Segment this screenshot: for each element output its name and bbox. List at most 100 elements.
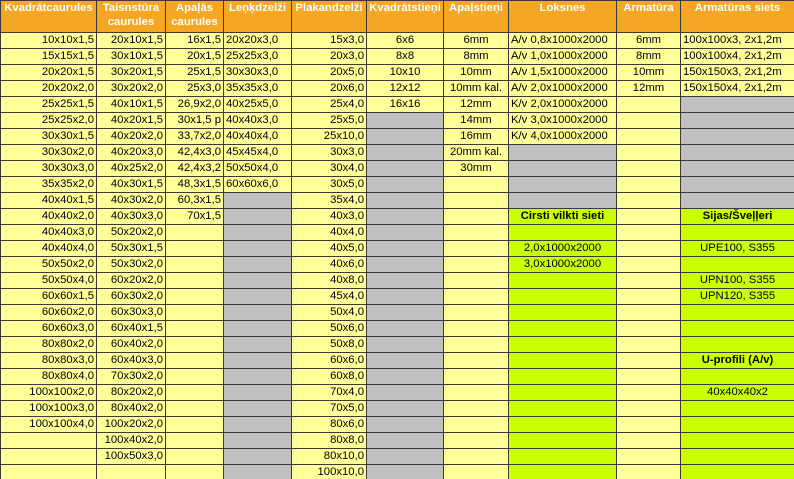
header-kvadratstieni: Kvadrātstieņi — [366, 0, 444, 33]
cell-kvadratcaurules: 40x40x4,0 — [0, 240, 97, 257]
cell-taisnstura-caurules: 30x20x2,0 — [96, 80, 166, 97]
cell-plakandzelzi: 50x8,0 — [291, 336, 367, 353]
cell-taisnstura-caurules: 40x30x1,5 — [96, 176, 166, 193]
table-row: 100x40x2,0 80x8,0 — [0, 432, 794, 449]
cell-lenkdzelzi — [223, 288, 292, 305]
cell-apalas-caurules — [165, 384, 224, 401]
cell-apalstieni — [443, 272, 509, 289]
cell-armatura — [616, 288, 681, 305]
cell-taisnstura-caurules: 100x40x2,0 — [96, 432, 166, 449]
cell-apalstieni — [443, 304, 509, 321]
cell-plakandzelzi: 20x5,0 — [291, 64, 367, 81]
cell-armaturas-siets — [680, 336, 794, 353]
cell-loksnes — [508, 352, 617, 369]
cell-taisnstura-caurules: 20x10x1,5 — [96, 32, 166, 49]
cell-armatura — [616, 160, 681, 177]
cell-armaturas-siets — [680, 256, 794, 273]
cell-plakandzelzi: 60x8,0 — [291, 368, 367, 385]
cell-apalstieni — [443, 240, 509, 257]
cell-plakandzelzi: 25x10,0 — [291, 128, 367, 145]
cell-apalas-caurules: 70x1,5 — [165, 208, 224, 225]
cell-kvadratstieni — [366, 208, 444, 225]
cell-loksnes: A/v 2,0x1000x2000 — [508, 80, 617, 97]
cell-kvadratstieni: 16x16 — [366, 96, 444, 113]
cell-loksnes: K/v 4,0x1000x2000 — [508, 128, 617, 145]
cell-armatura — [616, 240, 681, 257]
cell-loksnes: A/v 0,8x1000x2000 — [508, 32, 617, 49]
cell-apalas-caurules — [165, 224, 224, 241]
cell-plakandzelzi: 40x5,0 — [291, 240, 367, 257]
cell-plakandzelzi: 35x4,0 — [291, 192, 367, 209]
cell-loksnes: A/v 1,0x1000x2000 — [508, 48, 617, 65]
header-plakandzelzi: Plakandzelži — [291, 0, 367, 33]
cell-kvadratstieni — [366, 320, 444, 337]
cell-armatura — [616, 176, 681, 193]
cell-apalas-caurules: 20x1,5 — [165, 48, 224, 65]
cell-taisnstura-caurules: 50x30x2,0 — [96, 256, 166, 273]
cell-apalstieni — [443, 352, 509, 369]
cell-taisnstura-caurules: 30x10x1,5 — [96, 48, 166, 65]
cell-apalas-caurules — [165, 416, 224, 433]
cell-plakandzelzi: 45x4,0 — [291, 288, 367, 305]
cell-lenkdzelzi: 40x25x5,0 — [223, 96, 292, 113]
cell-armaturas-siets: Sijas/Šveļļeri — [680, 208, 794, 225]
cell-lenkdzelzi — [223, 416, 292, 433]
cell-loksnes: K/v 3,0x1000x2000 — [508, 112, 617, 129]
cell-plakandzelzi: 20x6,0 — [291, 80, 367, 97]
cell-lenkdzelzi: 40x40x4,0 — [223, 128, 292, 145]
cell-lenkdzelzi: 45x45x4,0 — [223, 144, 292, 161]
cell-kvadratstieni — [366, 400, 444, 417]
cell-loksnes — [508, 144, 617, 161]
cell-armatura — [616, 448, 681, 465]
cell-plakandzelzi: 40x6,0 — [291, 256, 367, 273]
cell-apalas-caurules: 16x1,5 — [165, 32, 224, 49]
cell-taisnstura-caurules: 80x40x2,0 — [96, 400, 166, 417]
cell-armaturas-siets — [680, 368, 794, 385]
cell-lenkdzelzi: 50x50x4,0 — [223, 160, 292, 177]
cell-armaturas-siets — [680, 320, 794, 337]
cell-kvadratcaurules: 40x40x1,5 — [0, 192, 97, 209]
cell-apalas-caurules: 25x1,5 — [165, 64, 224, 81]
table-row: 40x40x4,0 50x30x1,5 40x5,0 2,0x1000x2000 UPE… — [0, 240, 794, 257]
cell-taisnstura-caurules — [96, 464, 166, 479]
cell-kvadratstieni — [366, 448, 444, 465]
cell-taisnstura-caurules: 60x40x2,0 — [96, 336, 166, 353]
cell-taisnstura-caurules: 60x30x2,0 — [96, 288, 166, 305]
cell-taisnstura-caurules: 40x10x1,5 — [96, 96, 166, 113]
cell-loksnes — [508, 160, 617, 177]
cell-lenkdzelzi — [223, 464, 292, 479]
cell-apalas-caurules — [165, 240, 224, 257]
cell-armaturas-siets — [680, 112, 794, 129]
cell-lenkdzelzi — [223, 240, 292, 257]
cell-armatura: 12mm — [616, 80, 681, 97]
table-row: 100x100x3,0 80x40x2,0 70x5,0 — [0, 400, 794, 417]
cell-plakandzelzi: 25x4,0 — [291, 96, 367, 113]
cell-apalstieni — [443, 336, 509, 353]
cell-kvadratcaurules: 15x15x1,5 — [0, 48, 97, 65]
cell-apalstieni — [443, 256, 509, 273]
cell-lenkdzelzi — [223, 208, 292, 225]
cell-plakandzelzi: 20x3,0 — [291, 48, 367, 65]
table-row: 20x20x2,0 30x20x2,0 25x3,0 35x35x3,0 20x6,0 1… — [0, 80, 794, 97]
cell-plakandzelzi: 40x4,0 — [291, 224, 367, 241]
cell-apalas-caurules — [165, 464, 224, 479]
table-row: 100x100x2,0 80x20x2,0 70x4,0 40x40x40x2 — [0, 384, 794, 401]
cell-plakandzelzi: 25x5,0 — [291, 112, 367, 129]
cell-kvadratstieni — [366, 368, 444, 385]
table-row: 80x80x2,0 60x40x2,0 50x8,0 — [0, 336, 794, 353]
table-row: 100x100x4,0 100x20x2,0 80x6,0 — [0, 416, 794, 433]
cell-apalstieni — [443, 400, 509, 417]
cell-loksnes — [508, 336, 617, 353]
cell-armaturas-siets — [680, 176, 794, 193]
cell-apalstieni — [443, 432, 509, 449]
cell-taisnstura-caurules: 100x50x3,0 — [96, 448, 166, 465]
cell-kvadratstieni — [366, 272, 444, 289]
cell-lenkdzelzi: 25x25x3,0 — [223, 48, 292, 65]
cell-lenkdzelzi: 40x40x3,0 — [223, 112, 292, 129]
cell-kvadratstieni — [366, 464, 444, 479]
cell-armaturas-siets — [680, 160, 794, 177]
table-row: 100x50x3,0 80x10,0 — [0, 448, 794, 465]
cell-apalstieni: 10mm kal. — [443, 80, 509, 97]
cell-apalas-caurules — [165, 400, 224, 417]
cell-apalstieni: 8mm — [443, 48, 509, 65]
